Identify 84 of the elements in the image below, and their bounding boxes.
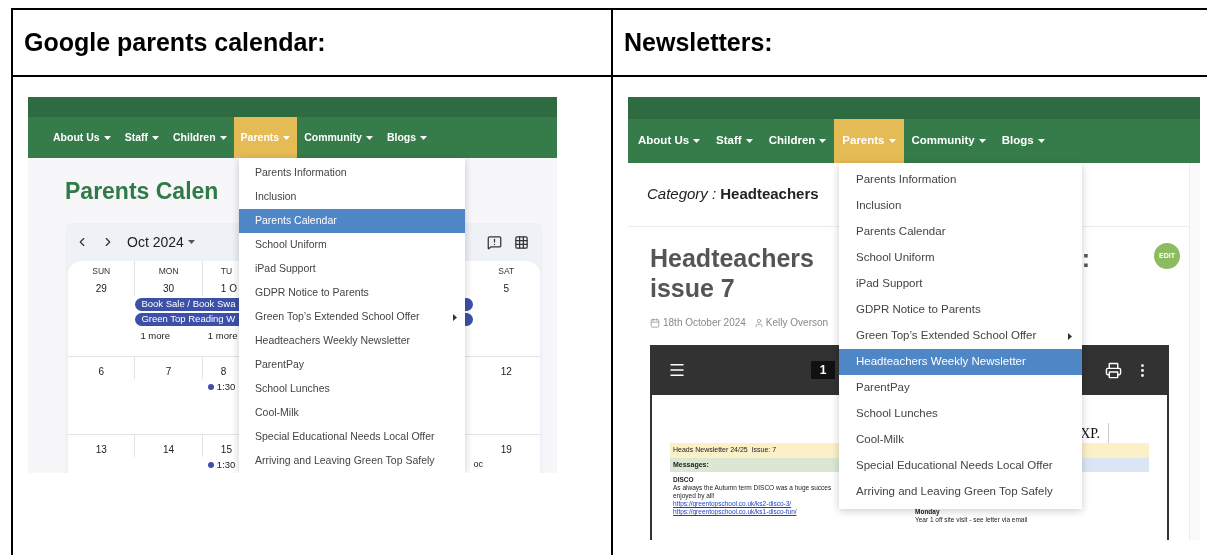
nav-item[interactable]: Staff [117,117,166,158]
caret-icon [1037,139,1045,143]
weekday-label: SAT [498,265,515,278]
menu-item[interactable]: Parents Information [239,161,465,185]
weekday-label: MON [158,265,179,278]
caret-icon [103,135,111,140]
page-number-field[interactable]: 1 [811,361,835,379]
nav-item[interactable]: About Us [46,117,118,158]
date-number: 15 [220,443,232,457]
date-number: 13 [95,443,107,457]
menu-item[interactable]: GDPR Notice to Parents [839,297,1082,323]
caret-icon [819,139,827,143]
section-heading: Newsletters: [624,26,773,58]
nav-item[interactable]: Blogs [993,119,1053,163]
menu-item[interactable]: Green Top’s Extended School Offer [239,305,465,329]
menu-item[interactable]: Headteachers Weekly Newsletter [839,349,1082,375]
caret-icon [283,135,291,140]
date-number: 14 [163,443,175,457]
post-date: 18th October 2024 [663,316,746,330]
date-number: 7 [165,365,172,379]
caret-icon [978,139,986,143]
nav-item[interactable]: Community [297,117,380,158]
menu-item[interactable]: Arriving and Leaving Green Top Safely [239,449,465,473]
caret-icon [187,240,195,244]
nav-item[interactable]: Community [903,119,994,163]
nav-item[interactable]: Staff [708,119,761,163]
menu-item[interactable]: ParentPay [839,375,1082,401]
caret-icon [420,135,428,140]
date-number: 29 [95,281,107,296]
menu-item[interactable]: Cool-Milk [239,401,465,425]
caret-icon [888,139,896,143]
date-number: 5 [503,281,510,296]
submenu-arrow-icon [1068,332,1072,340]
date-number: 19 [500,443,512,457]
caret-icon [219,135,227,140]
nav-item[interactable]: Blogs [379,117,435,158]
page-title: Parents Calen [65,177,219,206]
menu-item[interactable]: Parents Calendar [239,209,465,233]
menu-item[interactable]: School Uniform [839,245,1082,271]
nav-item[interactable]: Children [166,117,234,158]
date-number: 30 [163,281,175,296]
weekday-label: SUN [92,265,111,278]
menu-item[interactable]: GDPR Notice to Parents [239,281,465,305]
printer-icon[interactable] [1105,361,1122,379]
caret-icon [365,135,373,140]
feedback-icon[interactable] [487,234,502,250]
date-number: 1 O [220,281,237,296]
submenu-arrow-icon [453,313,457,321]
month-selector[interactable]: Oct 2024 [127,231,195,253]
post-title: issue 7 [650,273,735,303]
menu-item[interactable]: Parents Information [839,167,1082,193]
menu-item[interactable]: Green Top’s Extended School Offer [839,323,1082,349]
more-link[interactable]: 1 more [135,328,203,343]
menu-item[interactable]: School Lunches [239,377,465,401]
menu-item[interactable]: iPad Support [239,257,465,281]
caret-icon [693,139,701,143]
category-name: Headteachers [720,184,819,205]
nav-item[interactable]: About Us [630,119,709,163]
event-text[interactable]: oc [472,458,484,473]
menu-item[interactable]: Inclusion [239,185,465,209]
menu-item[interactable]: Special Educational Needs Local Offer [239,425,465,449]
menu-item[interactable]: Parents Calendar [839,219,1082,245]
menu-icon[interactable] [668,361,686,379]
post-title: Headteachers [650,243,814,273]
date-number: 12 [500,365,512,379]
grid-view-icon[interactable] [514,234,529,250]
post-author: Kelly Overson [765,316,829,330]
post-title-fragment: : [1081,243,1090,273]
date-number: 8 [220,365,227,379]
menu-item[interactable]: School Uniform [239,233,465,257]
section-heading: Google parents calendar: [24,26,326,58]
date-number: 6 [98,365,104,379]
menu-item[interactable]: iPad Support [839,271,1082,297]
nav-item[interactable]: Children [760,119,835,163]
caret-icon [745,139,753,143]
category-label: Category : [647,184,717,205]
user-icon [753,317,764,328]
caret-icon [152,135,159,140]
menu-item[interactable]: Arriving and Leaving Green Top Safely [839,479,1082,505]
calendar-icon [650,317,660,328]
menu-item[interactable]: ParentPay [239,353,465,377]
menu-item[interactable]: Inclusion [839,193,1082,219]
weekday-label: TU [220,265,233,278]
menu-item[interactable]: Headteachers Weekly Newsletter [239,329,465,353]
